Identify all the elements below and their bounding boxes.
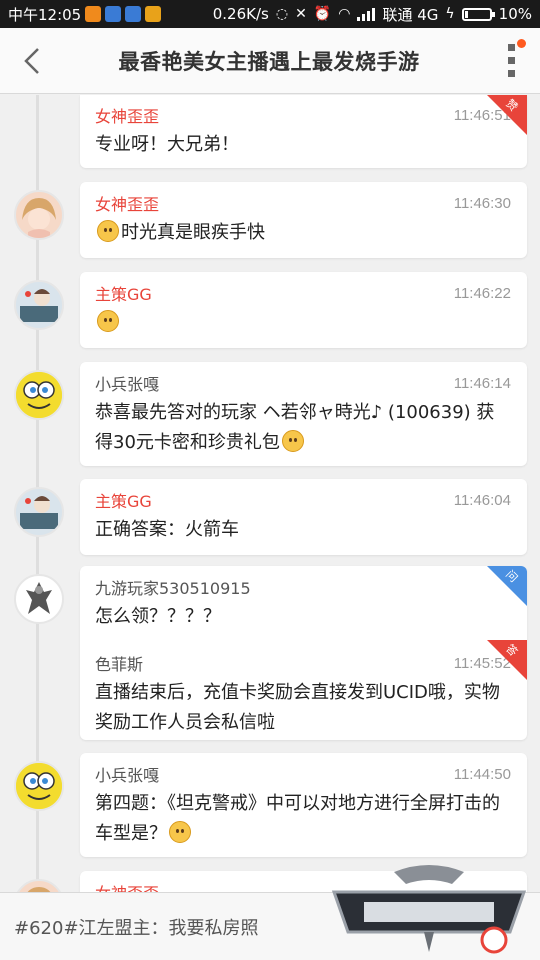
app-notification-icon — [85, 6, 102, 22]
message-time: 11:46:14 — [453, 374, 511, 392]
avatar[interactable] — [14, 280, 64, 330]
author-name: 女神歪歪 — [95, 880, 159, 892]
more-dot-icon — [507, 57, 515, 64]
avatar[interactable] — [14, 574, 64, 624]
back-button[interactable] — [0, 28, 64, 94]
title-bar: 最香艳美女主播遇上最发烧手游 — [0, 28, 540, 94]
author-name: 主策GG — [95, 492, 152, 511]
answer-text: 直播结束后，充值卡奖励会直接发到UCID哦，实物奖励工作人员会私信啦 — [95, 682, 500, 733]
app-notification-icon — [145, 6, 162, 22]
author-name: 九游玩家530510915 — [95, 579, 251, 598]
status-time: 中午12:05 — [8, 5, 82, 24]
message-card[interactable]: 小兵张嘎 11:44:50 第四题：《坦克警戒》中可以对地方进行全屏打击的车型是？ — [80, 753, 527, 857]
battery-percent: 10% — [498, 5, 532, 23]
question-text: 怎么领？？？？ — [95, 606, 221, 627]
author-name: 女神歪歪 — [95, 107, 160, 126]
silent-icon: ✕ — [295, 6, 307, 22]
message-time: 11:46:04 — [453, 491, 511, 509]
more-dot-icon — [507, 44, 515, 51]
message-time: 11:46:22 — [453, 284, 511, 302]
message-card[interactable]: 主策GG 11:46:22 — [80, 272, 527, 348]
charging-icon: ϟ — [445, 6, 455, 22]
game-logo-watermark — [331, 865, 527, 954]
wifi-icon: ◠ — [338, 6, 351, 22]
message-card[interactable]: 女神歪歪 11:46:51 专业呀！大兄弟！ 赞 — [80, 95, 527, 168]
alarm-icon: ⏰ — [313, 6, 332, 22]
network-speed: 0.26K/s — [212, 5, 269, 23]
message-text: 正确答案：火箭车 — [95, 519, 239, 540]
blushing-emoji-icon — [281, 430, 304, 452]
more-dot-icon — [507, 70, 515, 77]
more-menu-button[interactable] — [482, 28, 540, 94]
avatar[interactable] — [14, 879, 64, 892]
signal-icon — [357, 7, 376, 21]
author-name: 色菲斯 — [95, 655, 144, 674]
notification-dot — [517, 38, 526, 48]
praise-badge: 赞 — [487, 95, 527, 135]
message-time: 11:46:30 — [453, 194, 511, 212]
avatar[interactable] — [14, 370, 64, 420]
message-text: 第四题：《坦克警戒》中可以对地方进行全屏打击的车型是？ — [95, 793, 500, 844]
blushing-emoji-icon — [169, 821, 191, 843]
author-name: 小兵张嘎 — [95, 766, 160, 785]
message-time: 11:44:50 — [453, 765, 511, 783]
carrier-label: 联通 4G — [382, 5, 439, 24]
message-card[interactable]: 小兵张嘎 11:46:14 恭喜最先答对的玩家 ヘ若邻ャ時光♪ (100639) … — [80, 362, 527, 466]
message-text: 时光真是眼疾手快 — [121, 222, 265, 243]
qa-card[interactable]: 九游玩家530510915 怎么领？？？？ 问 色菲斯 11:45:52 直播结束… — [80, 566, 527, 740]
battery-icon — [461, 7, 495, 21]
blushing-emoji-icon — [97, 310, 119, 332]
message-feed[interactable]: 女神歪歪 11:46:51 专业呀！大兄弟！ 赞 女神歪歪 11:46:30 时光真… — [0, 95, 540, 892]
comment-ticker-text: #620#江左盟主：我要私房照 — [14, 917, 259, 939]
status-bar: 中午12:05 0.26K/s ◌ ✕ ⏰ ◠ 联通 4G ϟ 10% — [0, 0, 540, 28]
flushed-emoji-icon — [97, 220, 119, 242]
page-title: 最香艳美女主播遇上最发烧手游 — [118, 49, 420, 74]
chevron-left-icon — [24, 47, 39, 74]
message-text: 专业呀！大兄弟！ — [95, 134, 239, 155]
avatar[interactable] — [14, 190, 64, 240]
sync-icon: ◌ — [275, 6, 289, 22]
answer-badge: 答 — [487, 640, 527, 680]
question-badge: 问 — [487, 566, 527, 606]
message-card[interactable]: 主策GG 11:46:04 正确答案：火箭车 — [80, 479, 527, 555]
avatar[interactable] — [14, 761, 64, 811]
author-name: 小兵张嘎 — [95, 375, 160, 394]
avatar[interactable] — [14, 487, 64, 537]
app-notification-icon — [125, 6, 142, 22]
app-notification-icon — [105, 6, 122, 22]
author-name: 女神歪歪 — [95, 195, 160, 214]
author-name: 主策GG — [95, 285, 152, 304]
message-card[interactable]: 女神歪歪 11:46:30 时光真是眼疾手快 — [80, 182, 527, 258]
